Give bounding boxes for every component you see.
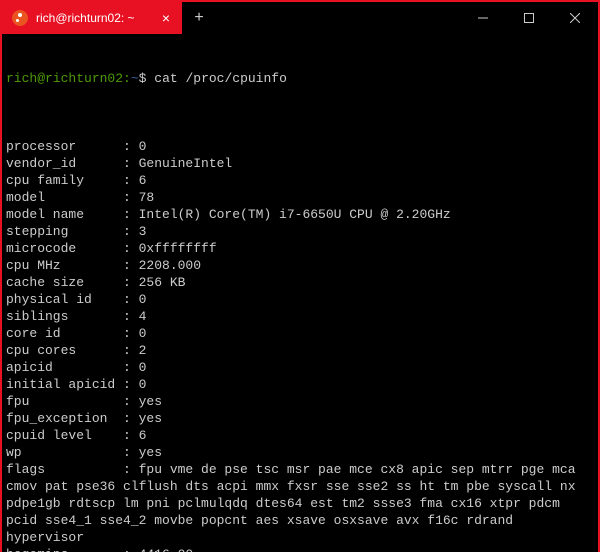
new-tab-button[interactable]: + <box>182 2 216 34</box>
cpuinfo-row-bogomips: bogomips : 4416.00 <box>6 546 594 552</box>
tab-close-icon[interactable]: × <box>160 9 172 27</box>
cpuinfo-row-stepping: stepping : 3 <box>6 223 594 240</box>
command-output: processor : 0vendor_id : GenuineIntelcpu… <box>6 138 594 552</box>
cpuinfo-row-fpu_exception: fpu_exception : yes <box>6 410 594 427</box>
prompt-sep: : <box>123 71 131 86</box>
close-icon <box>570 13 580 23</box>
cpuinfo-row-core_id: core id : 0 <box>6 325 594 342</box>
tab-active[interactable]: rich@richturn02: ~ × <box>2 2 182 34</box>
cpuinfo-row-physical_id: physical id : 0 <box>6 291 594 308</box>
cpuinfo-row-microcode: microcode : 0xffffffff <box>6 240 594 257</box>
terminal-body[interactable]: rich@richturn02:~$ cat /proc/cpuinfo pro… <box>2 34 598 552</box>
prompt-suffix: $ <box>139 71 155 86</box>
cpuinfo-row-processor: processor : 0 <box>6 138 594 155</box>
cpuinfo-row-initial_apicid: initial apicid : 0 <box>6 376 594 393</box>
prompt-line: rich@richturn02:~$ cat /proc/cpuinfo <box>6 70 594 87</box>
cpuinfo-row-cpu_mhz: cpu MHz : 2208.000 <box>6 257 594 274</box>
window-controls <box>460 2 598 34</box>
titlebar-spacer <box>216 2 460 34</box>
minimize-icon <box>478 13 488 23</box>
cpuinfo-row-cpu_family: cpu family : 6 <box>6 172 594 189</box>
cpuinfo-row-flags: flags : fpu vme de pse tsc msr pae mce c… <box>6 461 594 546</box>
cpuinfo-row-fpu: fpu : yes <box>6 393 594 410</box>
prompt-path: ~ <box>131 71 139 86</box>
minimize-button[interactable] <box>460 2 506 34</box>
maximize-button[interactable] <box>506 2 552 34</box>
ubuntu-icon <box>12 10 28 26</box>
terminal-window: rich@richturn02: ~ × + rich@richturn02:~… <box>2 2 598 552</box>
cpuinfo-row-apicid: apicid : 0 <box>6 359 594 376</box>
close-button[interactable] <box>552 2 598 34</box>
titlebar: rich@richturn02: ~ × + <box>2 2 598 34</box>
cpuinfo-row-siblings: siblings : 4 <box>6 308 594 325</box>
cpuinfo-row-vendor_id: vendor_id : GenuineIntel <box>6 155 594 172</box>
cpuinfo-row-wp: wp : yes <box>6 444 594 461</box>
cpuinfo-row-model: model : 78 <box>6 189 594 206</box>
cpuinfo-row-cpu_cores: cpu cores : 2 <box>6 342 594 359</box>
maximize-icon <box>524 13 534 23</box>
command-text: cat /proc/cpuinfo <box>154 71 287 86</box>
cpuinfo-row-model_name: model name : Intel(R) Core(TM) i7-6650U … <box>6 206 594 223</box>
tab-title: rich@richturn02: ~ <box>36 11 152 25</box>
cpuinfo-row-cpuid_level: cpuid level : 6 <box>6 427 594 444</box>
cpuinfo-row-cache_size: cache size : 256 KB <box>6 274 594 291</box>
prompt-user-host: rich@richturn02 <box>6 71 123 86</box>
